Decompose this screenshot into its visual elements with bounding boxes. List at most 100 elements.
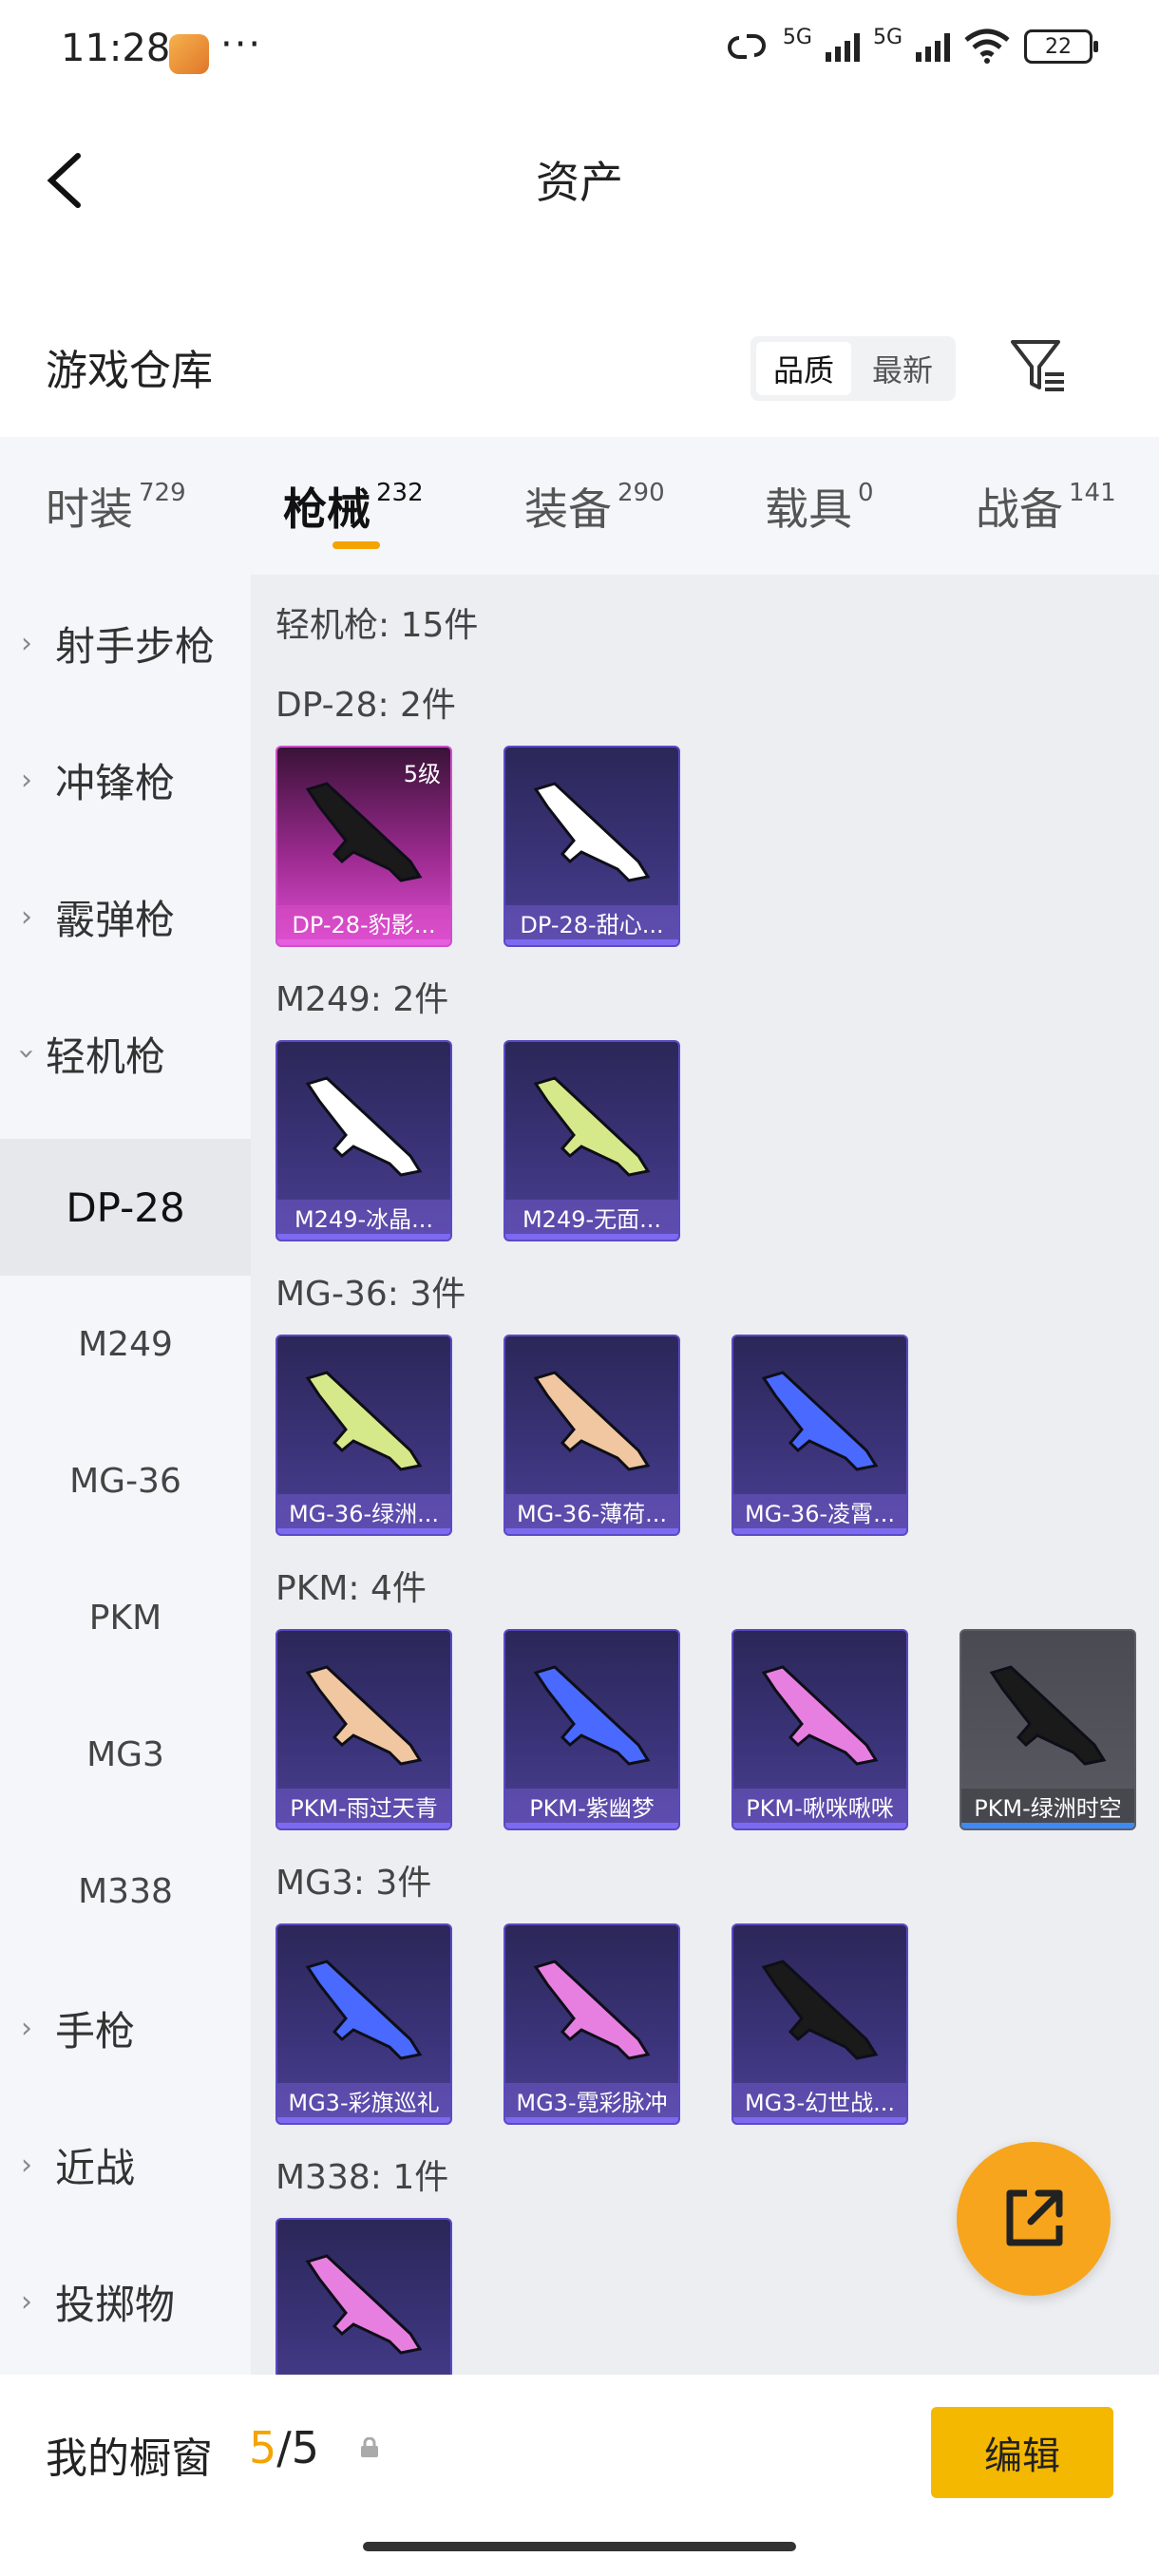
sidebar-item-shotgun[interactable]: › 霰弹枪 xyxy=(0,848,251,985)
rarity-bar xyxy=(733,1528,906,1534)
rarity-bar xyxy=(733,2117,906,2123)
gun-image-icon xyxy=(761,1371,879,1471)
item-grid: 轻机枪: 15件 DP-28: 2件 5级 DP-28-豹影... DP-28-甜心.… xyxy=(251,575,1159,2375)
tab-guns[interactable]: 枪械 232 xyxy=(283,475,424,538)
sort-quality-button[interactable]: 品质 xyxy=(756,342,851,395)
tab-vehicles[interactable]: 载具 0 xyxy=(765,475,874,538)
sidebar: › 射手步枪 › 冲锋枪 › 霰弹枪 › 轻机枪 DP-28 M249 MG-36 PK… xyxy=(0,575,251,2375)
rarity-bar xyxy=(733,1823,906,1828)
status-time: 11:28 xyxy=(61,27,171,70)
sidebar-item-lmg[interactable]: › 轻机枪 xyxy=(0,985,251,1122)
sidebar-subitem-mg3[interactable]: MG3 xyxy=(0,1686,251,1823)
status-more-icon: ··· xyxy=(220,23,263,66)
group-title: MG3: 3件 xyxy=(276,1864,432,1903)
item-card[interactable]: PKM-紫幽梦 xyxy=(504,1629,680,1830)
sidebar-item-label: 轻机枪 xyxy=(46,1032,166,1080)
group-title: DP-28: 2件 xyxy=(276,686,456,725)
sort-newest-button[interactable]: 最新 xyxy=(855,342,950,395)
app-notification-icon xyxy=(169,34,209,74)
rarity-bar xyxy=(505,1234,678,1240)
showcase-label: 我的橱窗 xyxy=(46,2434,213,2483)
gun-image-icon xyxy=(989,1665,1107,1766)
item-card[interactable]: M249-无面... xyxy=(504,1040,680,1241)
group-title: M249: 2件 xyxy=(276,980,449,1019)
sidebar-item-smg[interactable]: › 冲锋枪 xyxy=(0,711,251,848)
gun-image-icon xyxy=(761,1960,879,2060)
item-card[interactable]: MG-36-凌霄... xyxy=(732,1335,908,1536)
rarity-bar xyxy=(277,1823,450,1828)
bottom-bar: 我的橱窗 5/5 编辑 xyxy=(0,2375,1159,2576)
gun-image-icon xyxy=(533,1960,651,2060)
tab-gear[interactable]: 战备 141 xyxy=(976,475,1116,538)
group-title: MG-36: 3件 xyxy=(276,1275,466,1314)
filter-button[interactable] xyxy=(1005,332,1072,399)
item-card[interactable]: MG3-霓彩脉冲 xyxy=(504,1923,680,2125)
category-tabs: 时装 729 枪械 232 装备 290 载具 0 战备 141 xyxy=(0,437,1159,575)
sidebar-subitem-mg36[interactable]: MG-36 xyxy=(0,1412,251,1549)
sidebar-item-label: 霰弹枪 xyxy=(55,896,176,943)
tab-label: 战备 xyxy=(976,483,1063,535)
item-card[interactable]: DP-28-甜心... xyxy=(504,746,680,947)
sidebar-item-label: 近战 xyxy=(55,2144,136,2191)
gun-image-icon xyxy=(305,1960,423,2060)
sidebar-item-melee[interactable]: › 近战 xyxy=(0,2096,251,2233)
sidebar-subitem-dp28[interactable]: DP-28 xyxy=(0,1139,251,1276)
group-title: M338: 1件 xyxy=(276,2158,449,2197)
tab-count: 141 xyxy=(1069,479,1116,507)
edit-button[interactable]: 编辑 xyxy=(931,2407,1113,2498)
group-title: PKM: 4件 xyxy=(276,1569,427,1608)
sidebar-item-throwables[interactable]: › 投掷物 xyxy=(0,2233,251,2370)
level-badge: 5级 xyxy=(403,761,441,787)
sidebar-item-pistol[interactable]: › 手枪 xyxy=(0,1960,251,2096)
lock-icon xyxy=(361,2437,378,2457)
gun-image-icon xyxy=(305,782,423,882)
item-card[interactable]: PKM-啾咪啾咪 xyxy=(732,1629,908,1830)
tab-fashion[interactable]: 时装 729 xyxy=(46,475,186,538)
item-card[interactable]: PKM-雨过天青 xyxy=(276,1629,452,1830)
chevron-right-icon: › xyxy=(21,2148,32,2182)
showcase-count-max: 5 xyxy=(291,2422,320,2473)
rarity-bar xyxy=(505,939,678,945)
tab-label: 装备 xyxy=(524,483,612,535)
item-card[interactable]: MG3-彩旗巡礼 xyxy=(276,1923,452,2125)
chevron-right-icon: › xyxy=(21,2284,32,2319)
share-button[interactable] xyxy=(957,2142,1111,2296)
status-right: 5G 5G 22 xyxy=(724,25,1098,65)
item-card[interactable]: MG-36-绿洲... xyxy=(276,1335,452,1536)
item-card[interactable]: M249-冰晶... xyxy=(276,1040,452,1241)
rarity-bar xyxy=(505,2117,678,2123)
tab-count: 0 xyxy=(858,479,874,507)
tab-count: 290 xyxy=(618,479,665,507)
page-title: 资产 xyxy=(536,157,623,208)
sidebar-subitem-m338[interactable]: M338 xyxy=(0,1823,251,1960)
sidebar-subitem-m249[interactable]: M249 xyxy=(0,1276,251,1412)
signal-icon-2 xyxy=(916,31,950,62)
showcase-count-sep: / xyxy=(276,2422,292,2473)
tab-equipment[interactable]: 装备 290 xyxy=(524,475,665,538)
gun-image-icon xyxy=(305,2254,423,2355)
filter-icon xyxy=(1011,340,1064,391)
item-card[interactable] xyxy=(276,2218,452,2375)
tab-count: 232 xyxy=(376,479,424,507)
sidebar-item-marksman-rifle[interactable]: › 射手步枪 xyxy=(0,575,251,711)
gun-image-icon xyxy=(533,1371,651,1471)
network-5g-label: 5G xyxy=(782,25,812,49)
sort-toggle: 品质 最新 xyxy=(750,336,956,401)
sidebar-subitem-pkm[interactable]: PKM xyxy=(0,1549,251,1686)
tab-label: 枪械 xyxy=(283,483,370,535)
gun-image-icon xyxy=(305,1665,423,1766)
gun-image-icon xyxy=(305,1371,423,1471)
rarity-bar xyxy=(505,1823,678,1828)
sidebar-item-label: 投掷物 xyxy=(55,2281,176,2328)
item-card[interactable]: PKM-绿洲时空 xyxy=(960,1629,1136,1830)
item-card[interactable]: MG3-幻世战... xyxy=(732,1923,908,2125)
item-card[interactable]: MG-36-薄荷... xyxy=(504,1335,680,1536)
chevron-right-icon: › xyxy=(21,763,32,797)
share-icon xyxy=(1006,2189,1063,2246)
chevron-down-icon: › xyxy=(10,1048,44,1059)
tab-count: 729 xyxy=(139,479,186,507)
sidebar-item-label: 射手步枪 xyxy=(55,622,216,670)
item-card[interactable]: 5级 DP-28-豹影... xyxy=(276,746,452,947)
chevron-right-icon: › xyxy=(21,900,32,934)
status-bar: 11:28 ··· 5G 5G 22 xyxy=(0,0,1159,104)
